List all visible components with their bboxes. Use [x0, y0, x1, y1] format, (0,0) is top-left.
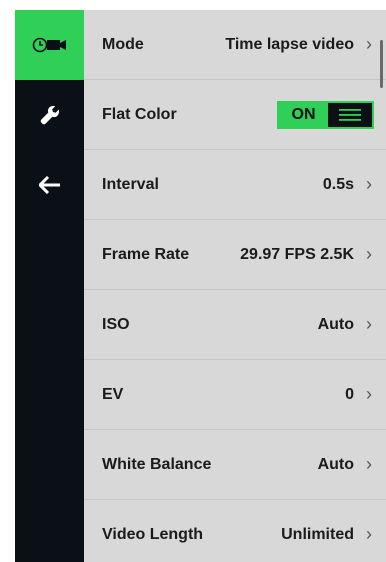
- setting-value: Unlimited: [281, 525, 354, 543]
- chevron-right-icon: ›: [366, 454, 372, 474]
- setting-value: Auto: [317, 315, 354, 333]
- setting-label: Interval: [102, 175, 159, 193]
- sidebar: [15, 10, 84, 562]
- wrench-icon: [40, 105, 59, 125]
- setting-label: ISO: [102, 315, 130, 333]
- setting-label: EV: [102, 385, 124, 403]
- setting-row-video-length[interactable]: Video Length Unlimited ›: [84, 500, 386, 562]
- chevron-right-icon: ›: [366, 384, 372, 404]
- setting-label: Mode: [102, 35, 144, 53]
- scrollbar[interactable]: [380, 40, 383, 88]
- chevron-right-icon: ›: [366, 314, 372, 334]
- setting-value: 29.97 FPS 2.5K: [240, 245, 354, 263]
- setting-row-mode[interactable]: Mode Time lapse video ›: [84, 10, 386, 80]
- setting-row-interval[interactable]: Interval 0.5s ›: [84, 150, 386, 220]
- setting-row-white-balance[interactable]: White Balance Auto ›: [84, 430, 386, 500]
- settings-list[interactable]: Mode Time lapse video › Flat Color ON In…: [84, 10, 386, 562]
- chevron-right-icon: ›: [366, 174, 372, 194]
- setting-value: Time lapse video: [225, 35, 354, 53]
- setting-row-frame-rate[interactable]: Frame Rate 29.97 FPS 2.5K ›: [84, 220, 386, 290]
- flat-color-toggle[interactable]: ON: [277, 100, 374, 129]
- setting-row-ev[interactable]: EV 0 ›: [84, 360, 386, 430]
- setting-label: Flat Color: [102, 105, 177, 123]
- chevron-right-icon: ›: [366, 524, 372, 544]
- setting-value: Auto: [317, 455, 354, 473]
- toggle-knob: [328, 102, 372, 127]
- sidebar-item-back[interactable]: [15, 150, 84, 220]
- chevron-right-icon: ›: [366, 244, 372, 264]
- hamburger-icon: [339, 108, 361, 121]
- sidebar-item-timelapse-video[interactable]: [15, 10, 84, 80]
- toggle-state-label: ON: [291, 105, 316, 123]
- setting-row-iso[interactable]: ISO Auto ›: [84, 290, 386, 360]
- camera-settings-screen: Mode Time lapse video › Flat Color ON In…: [15, 10, 386, 562]
- timelapse-video-icon: [32, 37, 66, 53]
- back-arrow-icon: [38, 176, 60, 194]
- setting-value: 0.5s: [322, 175, 354, 193]
- setting-label: White Balance: [102, 455, 212, 473]
- setting-label: Frame Rate: [102, 245, 190, 263]
- setting-row-flat-color[interactable]: Flat Color ON: [84, 80, 386, 150]
- setting-value: 0: [345, 385, 354, 403]
- chevron-right-icon: ›: [366, 34, 372, 54]
- sidebar-item-settings[interactable]: [15, 80, 84, 150]
- setting-label: Video Length: [102, 525, 204, 543]
